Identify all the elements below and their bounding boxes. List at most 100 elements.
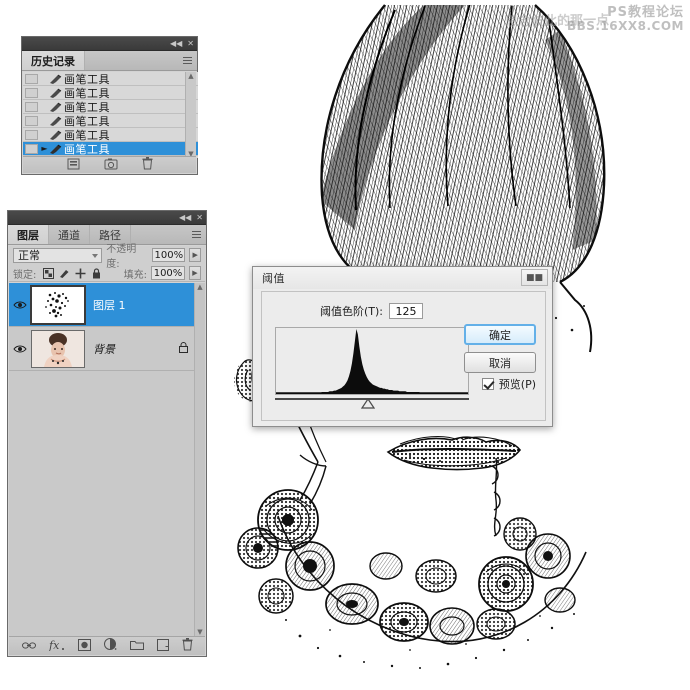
history-row-3[interactable]: 画笔工具 — [23, 114, 198, 128]
cancel-button-label: 取消 — [489, 356, 511, 370]
layers-panel: ◀◀ ✕ 图层 通道 路径 正常 不透明度: 100% ▶ 锁定: 填充: 10… — [7, 210, 207, 657]
history-panel-footer — [23, 156, 196, 173]
layers-panel-titlebar: ◀◀ ✕ — [8, 211, 206, 225]
brush-icon — [48, 87, 64, 99]
eye-icon[interactable] — [9, 300, 31, 310]
threshold-slider-thumb[interactable] — [361, 398, 376, 409]
layers-list[interactable]: 图层 1 背景 — [9, 283, 194, 636]
blend-opacity-row: 正常 不透明度: 100% ▶ — [9, 244, 205, 270]
threshold-level-input[interactable]: 125 — [389, 303, 424, 319]
ok-button[interactable]: 确定 — [464, 324, 536, 345]
close-icon[interactable]: ■■ — [521, 269, 548, 286]
blend-mode-select[interactable]: 正常 — [13, 247, 103, 263]
brush-icon — [48, 101, 64, 113]
cancel-button[interactable]: 取消 — [464, 352, 536, 373]
layer-row-background[interactable]: 背景 — [9, 327, 194, 371]
collapse-icon[interactable]: ◀◀ — [170, 39, 182, 48]
history-snapshot-toggle[interactable] — [25, 115, 38, 126]
panel-menu-icon[interactable] — [181, 55, 193, 66]
history-scrollbar[interactable]: ▲ ▼ — [185, 72, 196, 158]
threshold-level-label: 阈值色阶(T): — [320, 305, 384, 318]
history-snapshot-toggle[interactable] — [25, 87, 38, 98]
close-icon[interactable]: ✕ — [196, 213, 203, 222]
history-row-label: 画笔工具 — [64, 142, 110, 156]
brush-icon — [48, 73, 64, 85]
lock-all-icon[interactable] — [91, 267, 102, 279]
histogram-svg — [276, 329, 468, 394]
opacity-input[interactable]: 100% — [152, 248, 186, 262]
opacity-stepper[interactable]: ▶ — [189, 248, 201, 262]
history-row-2[interactable]: 画笔工具 — [23, 100, 198, 114]
lock-transparency-icon[interactable] — [43, 267, 55, 279]
layers-scrollbar[interactable]: ▲ ▼ — [194, 283, 205, 636]
layer-thumbnail-layer-1[interactable] — [30, 284, 86, 325]
tab-history-label: 历史记录 — [31, 54, 75, 68]
history-row-5-selected[interactable]: ► 画笔工具 — [23, 142, 198, 156]
ok-button-label: 确定 — [489, 328, 511, 342]
layer-row-layer-1[interactable]: 图层 1 — [9, 283, 194, 327]
history-row-4[interactable]: 画笔工具 — [23, 128, 198, 142]
history-row-0[interactable]: 画笔工具 — [23, 72, 198, 86]
tab-history[interactable]: 历史记录 — [22, 51, 85, 70]
delete-icon[interactable] — [142, 157, 153, 173]
tab-channels[interactable]: 通道 — [49, 225, 90, 244]
close-icon[interactable]: ✕ — [187, 39, 194, 48]
adjustment-layer-icon[interactable] — [104, 638, 117, 654]
lock-icon-group — [43, 267, 102, 279]
tab-layers-label: 图层 — [17, 228, 39, 242]
blend-mode-value: 正常 — [18, 249, 40, 262]
threshold-dialog-title: 阈值 — [262, 272, 285, 285]
lock-icon — [172, 341, 194, 356]
scroll-down-icon[interactable]: ▼ — [197, 628, 202, 636]
threshold-dialog-buttons: 确定 取消 — [464, 324, 536, 373]
layer-name-background: 背景 — [93, 342, 115, 356]
new-group-icon[interactable] — [130, 639, 144, 653]
history-panel: ◀◀ ✕ 历史记录 画笔工具 画笔工具 画笔工具 画笔工具 画笔工具 ► 画笔工… — [21, 36, 198, 175]
fill-stepper[interactable]: ▶ — [189, 266, 201, 280]
tab-layers[interactable]: 图层 — [8, 225, 49, 244]
new-layer-icon[interactable] — [157, 638, 169, 654]
preview-checkbox[interactable] — [481, 378, 494, 390]
new-document-icon[interactable] — [104, 158, 118, 173]
preview-checkbox-row[interactable]: 预览(P) — [481, 376, 536, 392]
history-panel-titlebar: ◀◀ ✕ — [22, 37, 197, 51]
collapse-icon[interactable]: ◀◀ — [179, 213, 191, 222]
history-snapshot-toggle[interactable] — [25, 129, 38, 140]
brush-icon — [48, 115, 64, 127]
history-row-1[interactable]: 画笔工具 — [23, 86, 198, 100]
delete-layer-icon[interactable] — [182, 638, 193, 654]
link-layers-icon[interactable] — [22, 640, 36, 653]
history-list[interactable]: 画笔工具 画笔工具 画笔工具 画笔工具 画笔工具 ► 画笔工具 — [23, 72, 198, 158]
layers-panel-footer: fx — [9, 636, 205, 655]
brush-icon — [48, 129, 64, 141]
eye-icon[interactable] — [9, 344, 31, 354]
history-snapshot-toggle[interactable] — [25, 101, 38, 112]
add-layer-mask-icon[interactable] — [78, 638, 91, 654]
layer-name-layer-1: 图层 1 — [93, 298, 126, 312]
fill-label: 填充: — [123, 269, 147, 281]
threshold-level-row: 阈值色阶(T): 125 — [320, 303, 424, 319]
snapshot-icon[interactable] — [67, 158, 80, 173]
history-tabstrip: 历史记录 — [22, 51, 197, 71]
history-state-arrow: ► — [41, 144, 48, 153]
history-snapshot-toggle[interactable] — [25, 143, 38, 154]
scroll-up-icon[interactable]: ▲ — [197, 283, 202, 291]
layers-options-area: 正常 不透明度: 100% ▶ 锁定: 填充: 100% ▶ — [9, 244, 205, 282]
brush-icon — [48, 143, 64, 155]
threshold-dialog-body: 阈值色阶(T): 125 确定 取消 预览(P) — [261, 291, 546, 421]
layer-style-fx-icon[interactable]: fx — [48, 639, 65, 654]
panel-menu-icon[interactable] — [190, 229, 202, 240]
layer-thumbnail-background[interactable] — [31, 329, 85, 368]
svg-text:fx: fx — [49, 639, 60, 651]
lock-label: 锁定: — [13, 269, 37, 281]
photoshop-screenshot: 思念彼此的那一点 PS教程论坛 BBS.16XX8.COM ◀◀ ✕ 历史记录 — [0, 0, 690, 690]
tab-channels-label: 通道 — [58, 228, 80, 242]
chevron-down-icon — [92, 253, 99, 258]
fill-input[interactable]: 100% — [151, 266, 185, 280]
preview-label: 预览(P) — [498, 378, 536, 391]
history-snapshot-toggle[interactable] — [25, 73, 38, 84]
lock-position-icon[interactable] — [75, 268, 86, 279]
threshold-dialog-titlebar: 阈值 ■■ — [253, 267, 552, 289]
lock-image-icon[interactable] — [59, 268, 70, 279]
scroll-up-icon[interactable]: ▲ — [188, 72, 193, 80]
